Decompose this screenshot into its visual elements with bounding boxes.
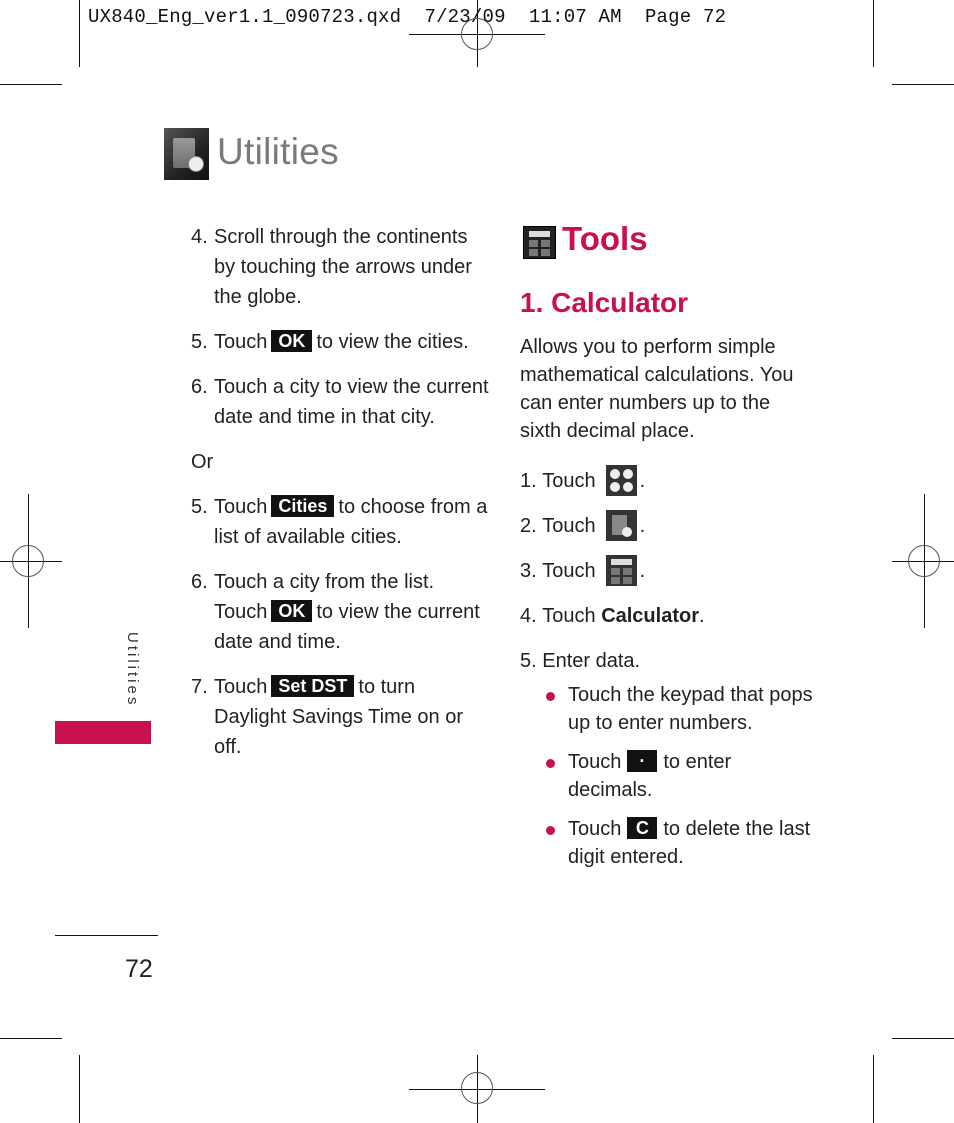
crop-mark xyxy=(79,0,80,67)
slug-time: 11:07 AM xyxy=(528,6,622,28)
step-6-city-list: 6. Touch a city from the list. Touch OK to… xyxy=(191,571,480,653)
step-7-dst: 7. Touch Set DST to turn Daylight Savings … xyxy=(191,675,464,758)
section-title: Tools xyxy=(562,220,648,257)
calculator-label: Calculator xyxy=(601,604,699,627)
calculator-steps: 1. Touch . 2. Touch . 3. Touch . 4. Touc… xyxy=(520,458,820,683)
calculator-bullets: Touch the keypad that pops up to enter n… xyxy=(546,681,816,882)
menu-grid-icon xyxy=(605,465,637,496)
crop-mark xyxy=(873,1055,874,1123)
bullet-decimal: Touch · to enter decimals. xyxy=(546,748,816,804)
crop-mark xyxy=(79,1055,80,1123)
bullet-dot xyxy=(546,692,555,701)
clear-key: C xyxy=(627,817,658,839)
registration-circle xyxy=(12,545,44,577)
side-tab-marker xyxy=(55,721,151,744)
crop-mark xyxy=(0,1038,62,1039)
step-3-tools: 3. Touch . xyxy=(520,548,820,593)
subsection-title: 1. Calculator xyxy=(520,287,689,318)
step-4-calculator: 4. Touch Calculator. xyxy=(520,593,820,638)
calculator-icon xyxy=(605,555,637,586)
decimal-key: · xyxy=(627,750,658,772)
calculator-intro: Allows you to perform simple mathematica… xyxy=(520,336,794,442)
utilities-icon xyxy=(605,510,637,541)
step-4-scroll: 4. Scroll through the continents by touc… xyxy=(191,226,472,308)
or-separator: Or xyxy=(191,451,214,473)
crop-mark xyxy=(0,84,62,85)
utilities-icon xyxy=(164,128,209,180)
chapter-title: Utilities xyxy=(217,131,339,172)
page-number: 72 xyxy=(125,955,153,983)
step-6-city: 6. Touch a city to view the current date… xyxy=(191,376,489,428)
slug-filename: UX840_Eng_ver1.1_090723.qxd xyxy=(88,6,402,28)
ok-key: OK xyxy=(271,330,313,352)
step-2-utilities: 2. Touch . xyxy=(520,503,820,548)
step-5-cities: 5. Touch Cities to choose from a list of a… xyxy=(191,495,488,548)
left-column: 4. Scroll through the continents by touc… xyxy=(191,222,491,777)
crop-mark xyxy=(892,84,954,85)
cities-key: Cities xyxy=(271,495,335,517)
print-slug: UX840_Eng_ver1.1_090723.qxd 7/23/09 11:0… xyxy=(88,6,726,28)
bullet-dot xyxy=(546,759,555,768)
step-text: Touch a city to view the current date an… xyxy=(214,376,489,428)
set-dst-key: Set DST xyxy=(271,675,355,697)
step-5-ok: 5. Touch OK to view the cities. xyxy=(191,330,469,353)
slug-page: Page 72 xyxy=(644,6,727,28)
ok-key: OK xyxy=(271,600,313,622)
crop-mark xyxy=(892,1038,954,1039)
bullet-dot xyxy=(546,826,555,835)
side-tab-label: Utilities xyxy=(124,632,141,708)
calculator-icon xyxy=(523,226,556,259)
crop-mark xyxy=(873,0,874,67)
registration-circle xyxy=(908,545,940,577)
bullet-clear: Touch Cto delete the last digit entered. xyxy=(546,815,816,871)
footer-rule xyxy=(55,935,158,936)
bullet-keypad: Touch the keypad that pops up to enter n… xyxy=(546,681,816,737)
registration-circle xyxy=(461,1072,493,1104)
registration-circle xyxy=(461,18,493,50)
step-text: Scroll through the continents by touchin… xyxy=(214,226,472,308)
step-1-menu: 1. Touch . xyxy=(520,458,820,503)
step-5-enter-data: 5. Enter data. xyxy=(520,649,641,672)
